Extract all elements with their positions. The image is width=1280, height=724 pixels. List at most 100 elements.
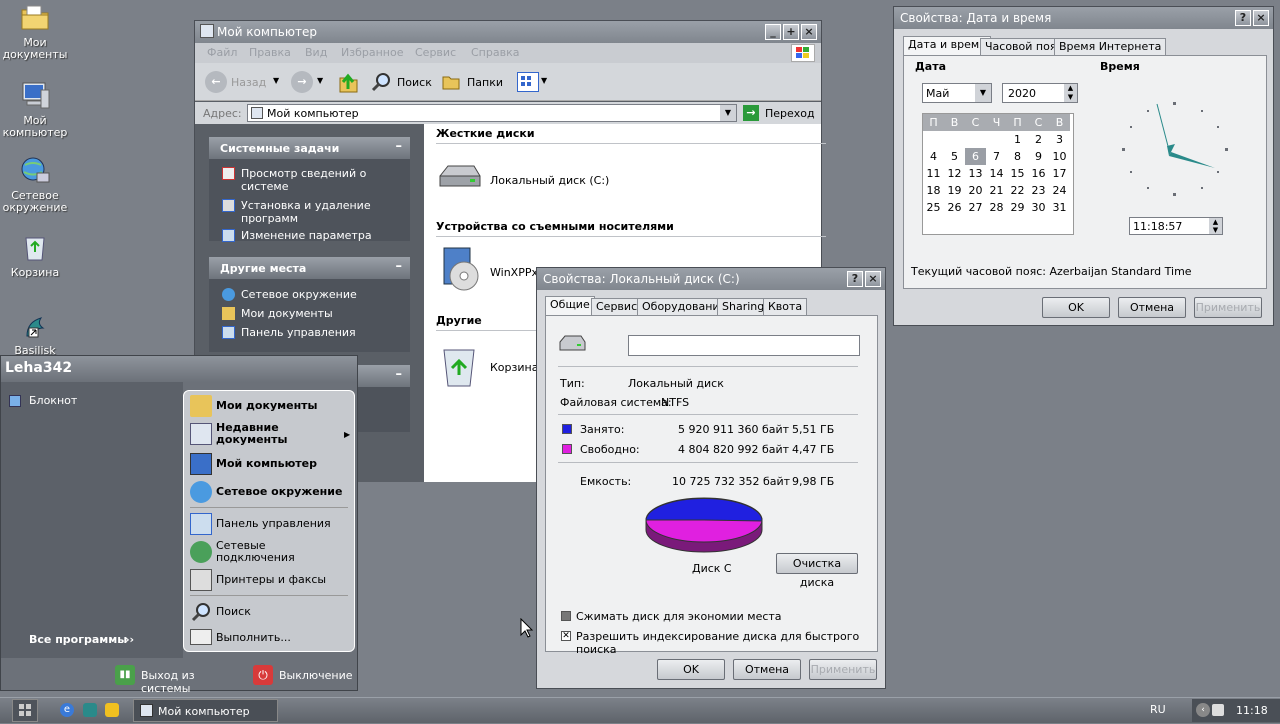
month-select[interactable]: Май ▼ xyxy=(922,83,992,103)
go-button[interactable]: Переход xyxy=(765,107,815,120)
day-cell-selected[interactable]: 6 xyxy=(965,148,986,165)
place-my-documents[interactable]: Мои документы xyxy=(209,307,410,320)
time-spinner[interactable]: 11:18:57 ▲ ▼ xyxy=(1129,217,1223,235)
day-cell[interactable] xyxy=(944,131,965,148)
menu-file[interactable]: Файл xyxy=(207,46,237,59)
disk-cleanup-button[interactable]: Очистка диска xyxy=(776,553,858,589)
apply-button[interactable]: Применить xyxy=(1194,297,1262,318)
media-quicklaunch-icon[interactable] xyxy=(105,703,119,717)
volume-name-input[interactable] xyxy=(628,335,860,356)
chevron-down-icon[interactable]: ▼ xyxy=(975,84,991,102)
place-network[interactable]: Сетевое окружение xyxy=(209,288,410,301)
panel-header[interactable]: Другие места – xyxy=(209,257,410,279)
cancel-button[interactable]: Отмена xyxy=(1118,297,1186,318)
ok-button[interactable]: OK xyxy=(657,659,725,680)
dropdown-arrow-icon[interactable]: ▼ xyxy=(317,76,323,85)
place-control-panel[interactable]: Панель управления xyxy=(209,326,410,339)
index-label[interactable]: Разрешить индексирование диска для быстр… xyxy=(576,630,877,656)
spin-up-icon[interactable]: ▲ xyxy=(1209,218,1222,226)
task-add-remove[interactable]: Установка и удаление программ xyxy=(209,199,410,225)
search-button-label[interactable]: Поиск xyxy=(397,76,432,89)
close-button[interactable]: × xyxy=(865,271,881,287)
menu-tools[interactable]: Сервис xyxy=(415,46,456,59)
search-icon[interactable] xyxy=(371,72,391,92)
spin-up-icon[interactable]: ▲ xyxy=(1064,84,1077,93)
address-input[interactable]: Мой компьютер ▼ xyxy=(247,104,737,122)
tab-quota[interactable]: Квота xyxy=(763,298,808,316)
day-cell[interactable]: 16 xyxy=(1028,165,1049,182)
day-cell[interactable]: 20 xyxy=(965,182,986,199)
folders-button-label[interactable]: Папки xyxy=(467,76,503,89)
help-button[interactable]: ? xyxy=(847,271,863,287)
day-cell[interactable]: 7 xyxy=(986,148,1007,165)
notepad-item[interactable]: Блокнот xyxy=(9,394,169,410)
tray-arrow-icon[interactable]: ‹ xyxy=(1196,703,1210,717)
apply-button[interactable]: Применить xyxy=(809,659,877,680)
logoff-button[interactable]: ▮▮ Выход из системы xyxy=(115,664,245,695)
day-cell[interactable]: 29 xyxy=(1007,199,1028,216)
day-cell[interactable]: 26 xyxy=(944,199,965,216)
collapse-icon[interactable]: – xyxy=(396,367,403,382)
day-cell[interactable]: 13 xyxy=(965,165,986,182)
panel-header[interactable]: Системные задачи – xyxy=(209,137,410,159)
task-change-setting[interactable]: Изменение параметра xyxy=(209,229,410,242)
menu-help[interactable]: Справка xyxy=(471,46,519,59)
year-spinner[interactable]: 2020 ▲ ▼ xyxy=(1002,83,1078,103)
go-arrow-icon[interactable]: → xyxy=(743,105,759,121)
dropdown-arrow-icon[interactable]: ▼ xyxy=(541,76,547,85)
day-cell[interactable]: 25 xyxy=(923,199,944,216)
explorer-titlebar[interactable]: Мой компьютер _ + × xyxy=(195,21,821,43)
day-cell[interactable]: 28 xyxy=(986,199,1007,216)
chevron-down-icon[interactable]: ▼ xyxy=(720,105,736,121)
volume-icon[interactable] xyxy=(1212,704,1224,716)
basilisk-quicklaunch-icon[interactable] xyxy=(83,703,97,717)
local-disk-item[interactable]: Локальный диск (C:) xyxy=(438,162,638,196)
tab-tools[interactable]: Сервис xyxy=(591,298,643,316)
day-cell[interactable]: 12 xyxy=(944,165,965,182)
forward-icon[interactable]: → xyxy=(291,71,313,93)
day-cell[interactable]: 3 xyxy=(1049,131,1070,148)
collapse-icon[interactable]: – xyxy=(396,259,403,274)
all-programs-button[interactable]: Все программы ›› xyxy=(29,633,149,649)
menu-run[interactable]: Выполнить... xyxy=(190,627,350,649)
day-cell[interactable]: 4 xyxy=(923,148,944,165)
day-cell[interactable]: 31 xyxy=(1049,199,1070,216)
views-icon[interactable] xyxy=(517,72,539,92)
day-cell[interactable]: 9 xyxy=(1028,148,1049,165)
back-button-label[interactable]: Назад xyxy=(231,76,266,89)
help-button[interactable]: ? xyxy=(1235,10,1251,26)
day-cell[interactable]: 1 xyxy=(1007,131,1028,148)
menu-search[interactable]: Поиск xyxy=(190,601,350,623)
close-button[interactable]: × xyxy=(801,24,817,40)
tab-sharing[interactable]: Sharing xyxy=(717,298,770,316)
taskbar-button-my-computer[interactable]: Мой компьютер xyxy=(133,699,278,722)
maximize-button[interactable]: + xyxy=(783,24,799,40)
disk-props-titlebar[interactable]: Свойства: Локальный диск (C:) ? × xyxy=(537,268,885,290)
day-cell[interactable] xyxy=(923,131,944,148)
ie-quicklaunch-icon[interactable]: e xyxy=(60,703,74,717)
day-cell[interactable]: 22 xyxy=(1007,182,1028,199)
day-cell[interactable]: 30 xyxy=(1028,199,1049,216)
menu-network[interactable]: Сетевое окружение xyxy=(190,481,350,503)
menu-my-documents[interactable]: Мои документы xyxy=(190,395,350,417)
desktop-icon-basilisk[interactable]: Basilisk xyxy=(0,310,70,357)
datetime-titlebar[interactable]: Свойства: Дата и время ? × xyxy=(894,7,1273,29)
day-cell[interactable]: 19 xyxy=(944,182,965,199)
desktop-icon-my-documents[interactable]: Мои документы xyxy=(0,2,70,61)
day-cell[interactable]: 27 xyxy=(965,199,986,216)
day-cell[interactable]: 23 xyxy=(1028,182,1049,199)
day-cell[interactable]: 11 xyxy=(923,165,944,182)
close-button[interactable]: × xyxy=(1253,10,1269,26)
menu-recent-documents[interactable]: Недавние документы ▶ xyxy=(190,421,350,447)
task-view-info[interactable]: Просмотр сведений о системе xyxy=(209,167,410,193)
dropdown-arrow-icon[interactable]: ▼ xyxy=(273,76,279,85)
tab-internet-time[interactable]: Время Интернета xyxy=(1054,38,1167,56)
collapse-icon[interactable]: – xyxy=(396,139,403,154)
menu-network-connections[interactable]: Сетевые подключения xyxy=(190,539,350,565)
day-cell[interactable]: 5 xyxy=(944,148,965,165)
clock[interactable]: 11:18 xyxy=(1236,704,1268,717)
menu-my-computer[interactable]: Мой компьютер xyxy=(190,453,350,475)
compress-checkbox[interactable] xyxy=(561,611,571,621)
menu-printers[interactable]: Принтеры и факсы xyxy=(190,569,350,591)
ok-button[interactable]: OK xyxy=(1042,297,1110,318)
